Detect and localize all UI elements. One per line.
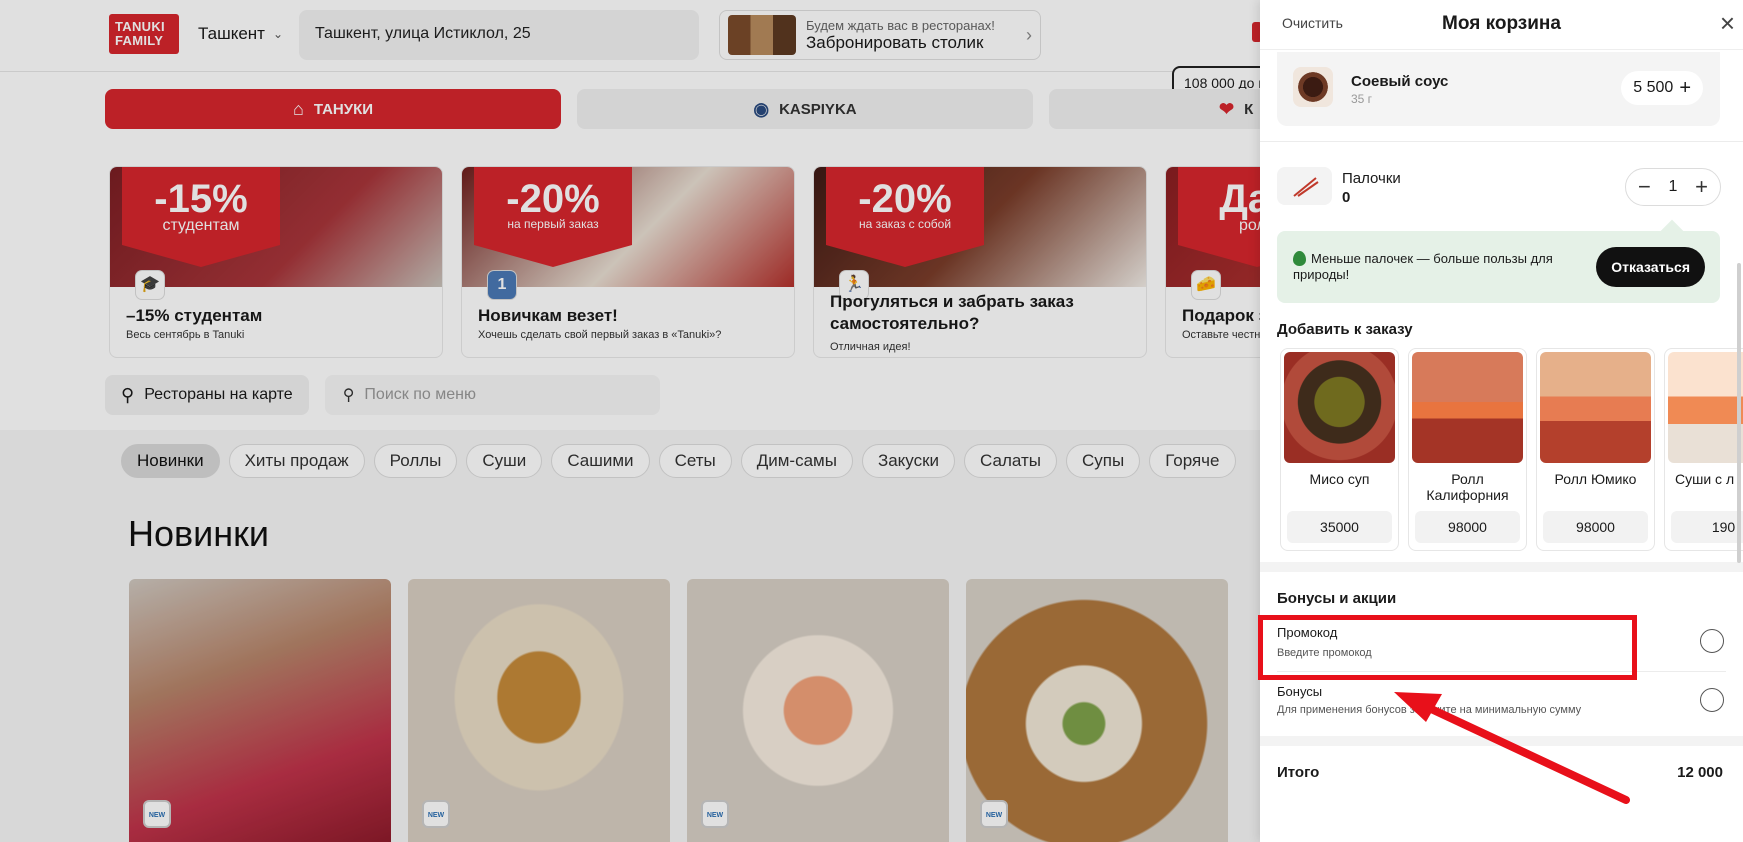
total-value: 12 000 — [1677, 764, 1723, 781]
overlay-dim[interactable] — [0, 0, 1260, 842]
section-gap — [1260, 562, 1743, 572]
addon-price-button[interactable]: 35000 — [1287, 511, 1392, 543]
addon-image — [1412, 352, 1523, 463]
bonuses-radio[interactable] — [1700, 688, 1724, 712]
addon-carousel: Мисо суп 35000 Ролл Калифорния 98000 Рол… — [1280, 348, 1743, 551]
promocode-radio[interactable] — [1700, 629, 1724, 653]
add-to-order-title: Добавить к заказу — [1277, 321, 1413, 338]
eco-notice: Меньше палочек — больше пользы для приро… — [1277, 231, 1720, 303]
bonuses-option-hint: Для применения бонусов закажите на миним… — [1277, 704, 1582, 716]
sauce-item: Соевый соус 35 г 5 500 + — [1277, 52, 1720, 126]
minus-icon[interactable]: − — [1638, 176, 1651, 198]
addon-card[interactable]: Суши с л 190 — [1664, 348, 1743, 551]
drawer-scrollbar[interactable] — [1737, 263, 1741, 563]
addon-image — [1284, 352, 1395, 463]
sauce-weight: 35 г — [1351, 92, 1373, 106]
addon-name: Суши с л — [1675, 471, 1735, 487]
cart-title: Моя корзина — [1442, 13, 1561, 34]
addon-card[interactable]: Ролл Калифорния 98000 — [1408, 348, 1527, 551]
sauce-price: 5 500 — [1633, 79, 1674, 96]
plus-icon[interactable]: + — [1695, 176, 1708, 198]
eco-message: Меньше палочек — больше пользы для приро… — [1293, 251, 1553, 282]
divider — [1260, 141, 1743, 142]
bonuses-option-label: Бонусы — [1277, 684, 1323, 699]
addon-price-button[interactable]: 98000 — [1415, 511, 1520, 543]
cart-drawer: Очистить Моя корзина × Соевый соус 35 г … — [1260, 0, 1743, 842]
chopsticks-label: Палочки — [1342, 170, 1401, 187]
addon-image — [1668, 352, 1743, 463]
chopsticks-icon — [1277, 167, 1332, 205]
addon-name: Ролл Юмико — [1554, 471, 1637, 487]
sauce-name: Соевый соус — [1351, 73, 1449, 90]
addon-price-button[interactable]: 190 — [1671, 511, 1743, 543]
addon-card[interactable]: Ролл Юмико 98000 — [1536, 348, 1655, 551]
page: TANUKI FAMILY Ташкент ⌄ Ташкент, улица И… — [0, 0, 1743, 842]
addon-image — [1540, 352, 1651, 463]
addon-card[interactable]: Мисо суп 35000 — [1280, 348, 1399, 551]
bonuses-title: Бонусы и акции — [1277, 590, 1397, 607]
addon-price-button[interactable]: 98000 — [1543, 511, 1648, 543]
section-gap — [1260, 736, 1743, 746]
soy-sauce-image — [1293, 67, 1333, 107]
close-icon[interactable]: × — [1720, 10, 1735, 36]
total-label: Итого — [1277, 764, 1320, 781]
add-sauce-button[interactable]: 5 500 + — [1621, 71, 1703, 105]
quantity-value: 1 — [1668, 178, 1678, 195]
chopsticks-quantity-stepper: − 1 + — [1625, 168, 1721, 206]
promocode-highlight-box — [1258, 615, 1637, 680]
chopsticks-count: 0 — [1342, 189, 1351, 206]
addon-name: Ролл Калифорния — [1426, 471, 1509, 503]
cart-header: Очистить Моя корзина × — [1260, 0, 1743, 50]
decline-chopsticks-button[interactable]: Отказаться — [1596, 247, 1705, 287]
plus-icon: + — [1679, 76, 1691, 99]
addon-name: Мисо суп — [1309, 471, 1370, 487]
